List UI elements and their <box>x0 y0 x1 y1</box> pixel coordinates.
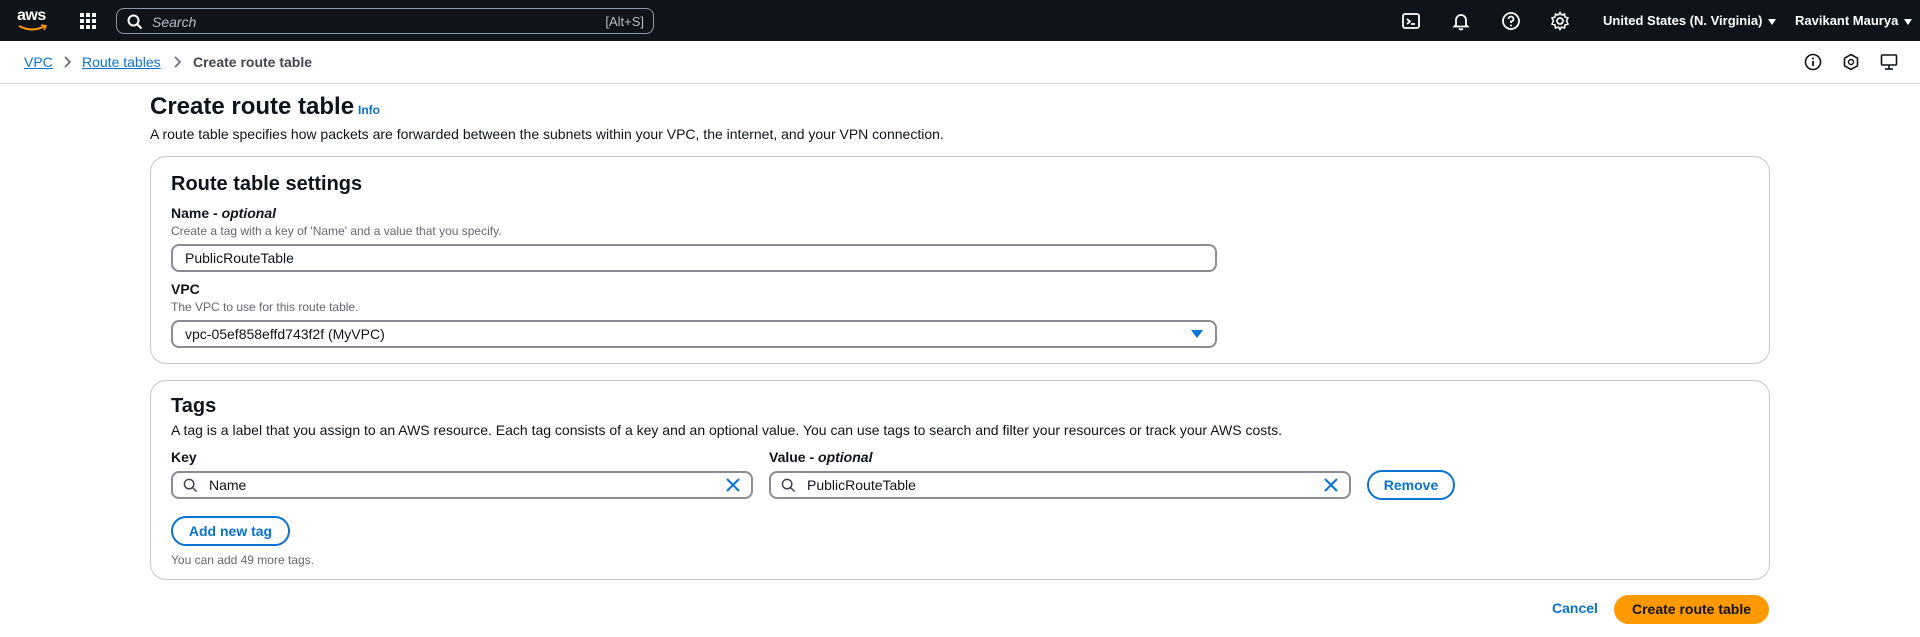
breadcrumb-route-tables[interactable]: Route tables <box>82 54 161 70</box>
aws-smile-icon <box>18 24 48 31</box>
name-label: Name - optional <box>171 205 277 221</box>
chevron-right-icon <box>64 56 72 68</box>
breadcrumb-current: Create route table <box>193 54 313 70</box>
search-icon <box>183 478 198 493</box>
vpc-label: VPC <box>171 281 200 297</box>
user-name: Ravikant Maurya <box>1795 13 1899 28</box>
add-new-tag-button[interactable]: Add new tag <box>171 516 290 546</box>
name-input-value: PublicRouteTable <box>185 250 294 266</box>
info-circle-icon[interactable] <box>1804 53 1822 71</box>
clear-key-icon[interactable] <box>725 477 741 493</box>
tag-value-value: PublicRouteTable <box>807 477 916 493</box>
presentation-icon[interactable] <box>1880 53 1898 71</box>
vpc-select[interactable]: vpc-05ef858effd743f2f (MyVPC) <box>171 320 1217 348</box>
search-icon <box>127 14 143 30</box>
user-caret-icon <box>1904 18 1913 25</box>
page-title: Create route table <box>150 93 355 120</box>
search-placeholder: Search <box>152 14 197 30</box>
create-route-table-button[interactable]: Create route table <box>1614 595 1769 624</box>
vpc-hint: The VPC to use for this route table. <box>171 300 359 314</box>
region-label: United States (N. Virginia) <box>1603 13 1763 28</box>
tags-heading: Tags <box>171 395 217 417</box>
name-hint: Create a tag with a key of 'Name' and a … <box>171 224 502 238</box>
remove-tag-button[interactable]: Remove <box>1367 470 1455 500</box>
region-selector[interactable]: United States (N. Virginia) <box>1603 13 1777 28</box>
help-icon[interactable] <box>1501 11 1521 31</box>
dropdown-caret-icon <box>1191 330 1203 338</box>
search-icon <box>781 478 796 493</box>
tag-key-value: Name <box>209 477 247 493</box>
route-table-settings-panel: Route table settings Name - optional Cre… <box>150 156 1770 364</box>
aws-logo-text: aws <box>17 7 46 24</box>
name-input[interactable]: PublicRouteTable <box>171 244 1217 272</box>
search-shortcut: [Alt+S] <box>605 14 644 29</box>
global-search-input[interactable]: Search [Alt+S] <box>116 8 654 34</box>
chevron-right-icon <box>174 56 182 68</box>
aws-logo[interactable]: aws <box>17 7 49 33</box>
notifications-bell-icon[interactable] <box>1451 11 1471 31</box>
clear-value-icon[interactable] <box>1323 477 1339 493</box>
settings-heading: Route table settings <box>171 173 363 195</box>
info-link[interactable]: Info <box>358 103 380 117</box>
value-label: Value - optional <box>769 449 873 465</box>
cloudshell-icon[interactable] <box>1401 11 1421 31</box>
tag-limit-text: You can add 49 more tags. <box>171 553 314 567</box>
hexagon-icon[interactable] <box>1842 53 1860 71</box>
top-navigation: aws Search [Alt+S] United States (N. Vir… <box>0 0 1920 41</box>
settings-gear-icon[interactable] <box>1550 11 1570 31</box>
region-caret-icon <box>1768 18 1777 25</box>
services-grid-icon[interactable] <box>80 13 96 29</box>
cancel-button[interactable]: Cancel <box>1552 600 1598 616</box>
key-label: Key <box>171 449 197 465</box>
user-menu[interactable]: Ravikant Maurya <box>1795 13 1913 28</box>
tag-value-input[interactable]: PublicRouteTable <box>769 471 1351 499</box>
breadcrumb-bar: VPC Route tables Create route table <box>0 41 1920 84</box>
tags-description: A tag is a label that you assign to an A… <box>171 422 1283 438</box>
tags-panel: Tags A tag is a label that you assign to… <box>150 380 1770 580</box>
tag-key-input[interactable]: Name <box>171 471 753 499</box>
vpc-select-value: vpc-05ef858effd743f2f (MyVPC) <box>185 326 385 342</box>
page-description: A route table specifies how packets are … <box>150 126 944 142</box>
breadcrumb-vpc[interactable]: VPC <box>24 54 53 70</box>
